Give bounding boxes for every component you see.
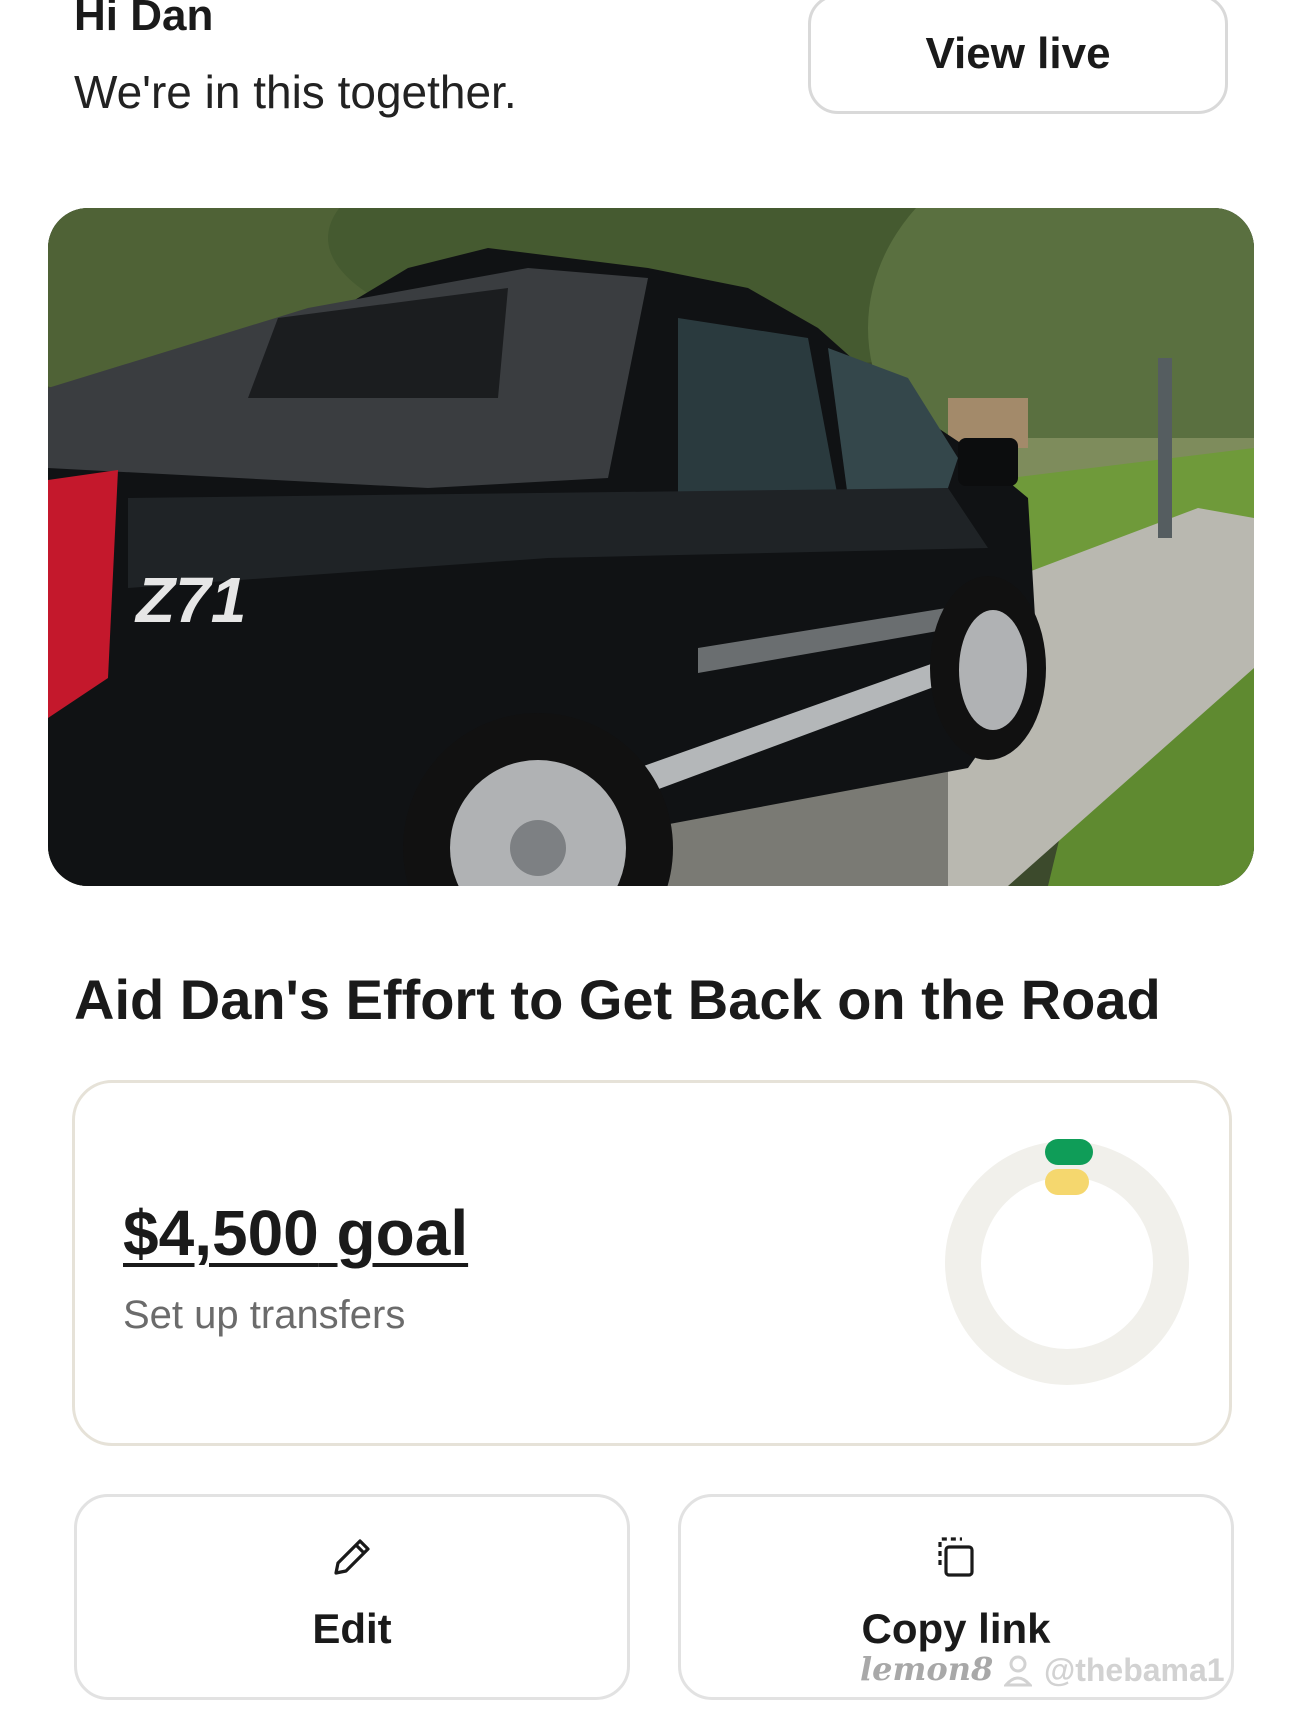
progress-indicator-yellow [1045, 1169, 1089, 1195]
campaign-cover-image: Z71 [48, 208, 1254, 886]
copy-link-button-label: Copy link [861, 1605, 1051, 1652]
truck-badge: Z71 [134, 564, 246, 636]
greeting-heading: Hi Dan [74, 0, 214, 40]
view-live-button[interactable]: View live [808, 0, 1228, 114]
campaign-title: Aid Dan's Effort to Get Back on the Road [74, 968, 1161, 1031]
watermark-username: @thebama1 [1044, 1652, 1225, 1688]
goal-amount-value: $4,500 [123, 1197, 319, 1269]
progress-ring-inner-line [981, 1177, 1153, 1349]
user-icon [1004, 1655, 1032, 1686]
watermark-user: @thebama1 [1004, 1652, 1225, 1689]
progress-ring [945, 1139, 1189, 1385]
copy-icon [938, 1537, 974, 1577]
pencil-icon [334, 1539, 370, 1575]
goal-amount-suffix: goal [336, 1197, 469, 1269]
goal-card: $4,500 goal Set up transfers [72, 1080, 1232, 1446]
setup-transfers-link[interactable]: Set up transfers [123, 1289, 405, 1341]
greeting-subtitle: We're in this together. [74, 66, 517, 118]
progress-indicator-green [1045, 1139, 1093, 1165]
edit-button[interactable]: Edit [74, 1494, 630, 1700]
watermark-logo: lemon8 [860, 1650, 994, 1688]
edit-button-label: Edit [312, 1605, 392, 1652]
goal-amount-link[interactable]: $4,500 goal [123, 1193, 468, 1273]
